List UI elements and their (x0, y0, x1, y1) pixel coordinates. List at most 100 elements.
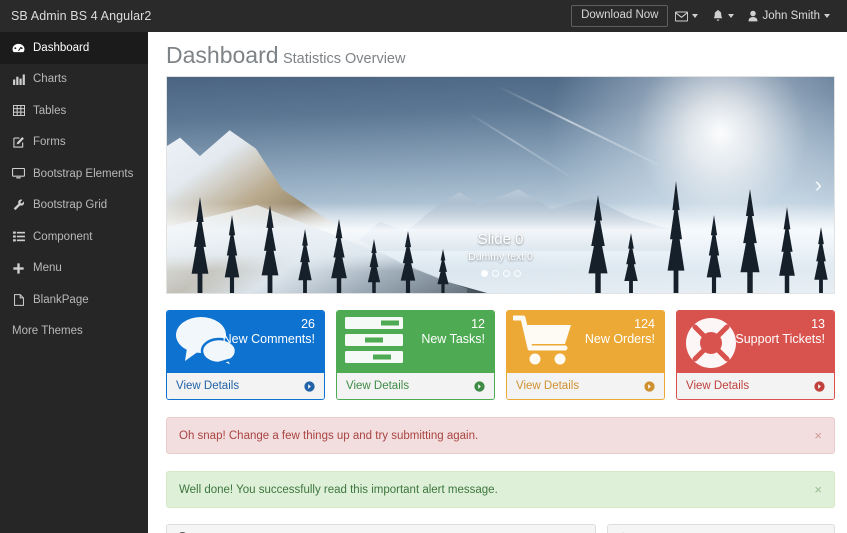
stat-card-tasks[interactable]: 12 New Tasks! View Details (336, 310, 495, 400)
sidebar: Dashboard Charts Tables Forms Bootstrap … (0, 32, 148, 533)
stat-card-footer[interactable]: View Details (167, 373, 324, 399)
chevron-down-icon (824, 14, 830, 18)
carousel-slide-title: Slide 0 (477, 231, 524, 248)
view-details-link[interactable]: View Details (516, 380, 579, 392)
top-navbar: SB Admin BS 4 Angular2 Download Now John… (0, 0, 847, 32)
main-content: Dashboard Statistics Overview Slide 0 Du… (148, 32, 847, 533)
sidebar-item-label: More Themes (12, 325, 83, 338)
navbar-right-group: Download Now John Smith (571, 4, 847, 28)
stat-card-text: 124 New Orders! (516, 317, 655, 348)
carousel-slide-text: Dummy text 0 (468, 251, 533, 263)
stat-card-support-tickets[interactable]: 13 Support Tickets! View Details (676, 310, 835, 400)
sidebar-item-component[interactable]: Component (0, 221, 148, 253)
sidebar-item-blankpage[interactable]: BlankPage (0, 284, 148, 316)
stat-card-number: 26 (301, 317, 315, 331)
carousel[interactable]: Slide 0 Dummy text 0 › (166, 76, 835, 294)
plus-icon (12, 263, 25, 274)
arrow-circle-right-icon (304, 380, 315, 392)
brand-title[interactable]: SB Admin BS 4 Angular2 (0, 9, 151, 23)
stat-card-footer[interactable]: View Details (507, 373, 664, 399)
close-icon[interactable]: × (814, 428, 822, 443)
sidebar-item-label: Menu (33, 262, 62, 275)
panel-notifications: Notifications panel (607, 524, 835, 533)
sidebar-item-menu[interactable]: Menu (0, 253, 148, 285)
carousel-indicators (167, 270, 834, 277)
sidebar-item-more-themes[interactable]: More Themes (0, 316, 148, 348)
alert-message: Oh snap! Change a few things up and try … (179, 429, 479, 442)
stat-card-label: New Comments! (222, 332, 315, 347)
carousel-caption: Slide 0 Dummy text 0 (167, 231, 834, 277)
user-menu-dropdown[interactable]: John Smith (741, 10, 837, 22)
stat-cards-row: 26 New Comments! View Details 12 New Tas… (166, 310, 835, 400)
sidebar-item-label: BlankPage (33, 293, 89, 306)
carousel-indicator-3[interactable] (513, 270, 521, 277)
page-title-sub: Statistics Overview (282, 51, 406, 67)
stat-card-label: New Tasks! (421, 332, 485, 347)
carousel-indicator-2[interactable] (502, 270, 510, 277)
messages-dropdown[interactable] (668, 11, 705, 22)
alert-danger: Oh snap! Change a few things up and try … (166, 417, 835, 454)
sidebar-item-label: Tables (33, 104, 67, 117)
sidebar-item-dashboard[interactable]: Dashboard (0, 32, 148, 64)
sidebar-item-forms[interactable]: Forms (0, 127, 148, 159)
arrow-circle-right-icon (474, 380, 485, 392)
stat-card-number: 12 (471, 317, 485, 331)
bar-chart-icon (12, 74, 25, 85)
sidebar-item-charts[interactable]: Charts (0, 64, 148, 96)
sidebar-item-tables[interactable]: Tables (0, 95, 148, 127)
user-name-label: John Smith (762, 10, 820, 22)
arrow-circle-right-icon (644, 380, 655, 392)
carousel-indicator-1[interactable] (491, 270, 499, 277)
stat-card-text: 26 New Comments! (176, 317, 315, 348)
page-title-main: Dashboard (166, 42, 279, 68)
stat-card-comments[interactable]: 26 New Comments! View Details (166, 310, 325, 400)
carousel-indicator-0[interactable] (480, 270, 488, 277)
sidebar-item-label: Component (33, 230, 93, 243)
bottom-panels-row: Responsive Timeline Notifications panel (166, 524, 835, 533)
list-icon (12, 231, 25, 242)
wrench-icon (12, 199, 25, 211)
stat-card-body: 13 Support Tickets! (677, 311, 834, 373)
envelope-icon (675, 11, 689, 22)
stat-card-body: 12 New Tasks! (337, 311, 494, 373)
sidebar-item-label: Charts (33, 73, 67, 86)
panel-header: Responsive Timeline (167, 525, 595, 533)
alert-message: Well done! You successfully read this im… (179, 483, 498, 496)
chevron-down-icon (728, 14, 735, 18)
sidebar-item-label: Bootstrap Elements (33, 167, 134, 180)
chevron-right-icon[interactable]: › (805, 174, 832, 196)
notifications-dropdown[interactable] (705, 9, 741, 23)
panel-header: Notifications panel (608, 525, 834, 533)
user-icon (748, 10, 758, 22)
table-icon (12, 105, 25, 117)
stat-card-label: Support Tickets! (735, 332, 825, 347)
view-details-link[interactable]: View Details (176, 380, 239, 392)
stat-card-number: 13 (811, 317, 825, 331)
close-icon[interactable]: × (814, 482, 822, 497)
alert-success: Well done! You successfully read this im… (166, 471, 835, 508)
stat-card-orders[interactable]: 124 New Orders! View Details (506, 310, 665, 400)
dashboard-icon (12, 43, 25, 53)
stat-card-label: New Orders! (584, 332, 655, 347)
desktop-icon (12, 168, 25, 179)
bell-icon (712, 9, 724, 23)
sidebar-item-label: Forms (33, 136, 66, 149)
page-title: Dashboard Statistics Overview (148, 32, 847, 76)
stat-card-number: 124 (634, 317, 655, 331)
sidebar-item-label: Dashboard (33, 41, 90, 54)
sidebar-item-bootstrap-elements[interactable]: Bootstrap Elements (0, 158, 148, 190)
sidebar-item-bootstrap-grid[interactable]: Bootstrap Grid (0, 190, 148, 222)
download-now-button[interactable]: Download Now (571, 4, 669, 28)
chevron-down-icon (692, 14, 699, 18)
file-icon (12, 293, 25, 306)
stat-card-body: 124 New Orders! (507, 311, 664, 373)
stat-card-footer[interactable]: View Details (337, 373, 494, 399)
panel-responsive-timeline: Responsive Timeline (166, 524, 596, 533)
stat-card-footer[interactable]: View Details (677, 373, 834, 399)
stat-card-text: 12 New Tasks! (346, 317, 485, 348)
view-details-link[interactable]: View Details (346, 380, 409, 392)
arrow-circle-right-icon (814, 380, 825, 392)
stat-card-text: 13 Support Tickets! (686, 317, 825, 348)
edit-icon (12, 136, 25, 148)
view-details-link[interactable]: View Details (686, 380, 749, 392)
